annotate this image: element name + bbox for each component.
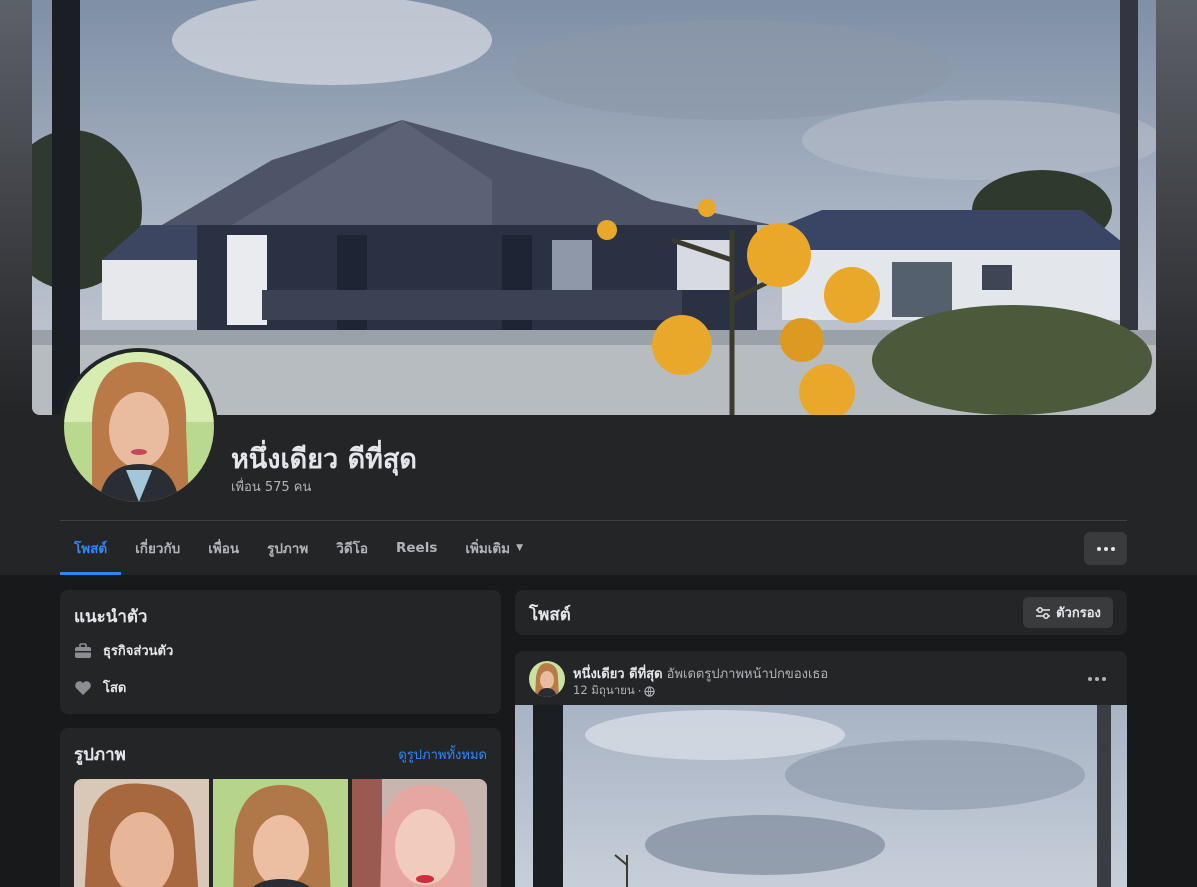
tab-more[interactable]: เพิ่มเติม ▼ (451, 521, 537, 575)
post-header-text: หนึ่งเดียว ดีที่สุด อัพเดตรูปภาพหน้าปกขอ… (573, 663, 828, 684)
profile-tabs: โพสต์ เกี่ยวกับ เพื่อน รูปภาพ วิดีโอ Ree… (60, 521, 537, 575)
intro-title: แนะนำตัว (74, 607, 148, 627)
intro-work: ธุรกิจส่วนตัว (74, 640, 173, 661)
tab-label: โพสต์ (74, 541, 108, 557)
tab-reels[interactable]: Reels (382, 521, 451, 575)
relationship-label: โสด (103, 681, 127, 696)
filter-label: ตัวกรอง (1056, 606, 1101, 621)
intro-card: แนะนำตัว ธุรกิจส่วนตัว โสด (60, 590, 501, 714)
tab-videos[interactable]: วิดีโอ (322, 521, 382, 575)
profile-more-button[interactable] (1084, 532, 1127, 565)
post-date-separator: · (637, 684, 642, 698)
globe-icon (644, 685, 656, 697)
briefcase-icon (74, 642, 92, 660)
more-dots-icon (1096, 546, 1115, 551)
post-options-button[interactable] (1081, 663, 1113, 695)
tab-about[interactable]: เกี่ยวกับ (121, 521, 194, 575)
posts-title: โพสต์ (529, 605, 571, 625)
post-action-text: อัพเดตรูปภาพหน้าปกของเธอ (666, 667, 829, 682)
tab-label: รูปภาพ (267, 541, 309, 557)
photo-thumbnail[interactable] (213, 779, 348, 887)
tab-posts[interactable]: โพสต์ (60, 521, 122, 575)
tab-friends[interactable]: เพื่อน (194, 521, 253, 575)
cover-photo[interactable] (32, 0, 1156, 415)
tab-label: เกี่ยวกับ (135, 541, 181, 557)
post-meta: 12 มิถุนายน · (573, 682, 656, 700)
post-image[interactable] (515, 705, 1127, 887)
post-card: หนึ่งเดียว ดีที่สุด อัพเดตรูปภาพหน้าปกขอ… (515, 651, 1127, 887)
photo-thumbnail[interactable] (74, 779, 209, 887)
profile-avatar[interactable] (60, 348, 218, 506)
filter-button[interactable]: ตัวกรอง (1023, 597, 1113, 628)
more-dots-icon (1088, 677, 1106, 681)
photos-card: รูปภาพ ดูรูปภาพทั้งหมด (60, 728, 501, 887)
filter-sliders-icon (1036, 606, 1051, 619)
friend-count[interactable]: เพื่อน 575 คน (231, 476, 311, 497)
posts-header-card: โพสต์ ตัวกรอง (515, 590, 1127, 635)
photos-title: รูปภาพ (74, 745, 126, 765)
post-author-name[interactable]: หนึ่งเดียว ดีที่สุด (573, 667, 663, 682)
see-all-photos-link[interactable]: ดูรูปภาพทั้งหมด (398, 744, 487, 765)
caret-down-icon: ▼ (516, 543, 523, 553)
tab-label: วิดีโอ (336, 541, 368, 557)
intro-relationship: โสด (74, 677, 126, 698)
tab-label: เพิ่มเติม (465, 541, 511, 557)
profile-name: หนึ่งเดียว ดีที่สุด (231, 444, 417, 475)
heart-icon (74, 679, 92, 697)
post-author-avatar[interactable] (529, 661, 565, 697)
work-label: ธุรกิจส่วนตัว (103, 644, 174, 659)
tab-label: Reels (395, 540, 438, 556)
tab-photos[interactable]: รูปภาพ (253, 521, 322, 575)
photo-thumbnail[interactable] (352, 779, 487, 887)
post-date[interactable]: 12 มิถุนายน (573, 682, 635, 700)
tab-label: เพื่อน (208, 541, 240, 557)
